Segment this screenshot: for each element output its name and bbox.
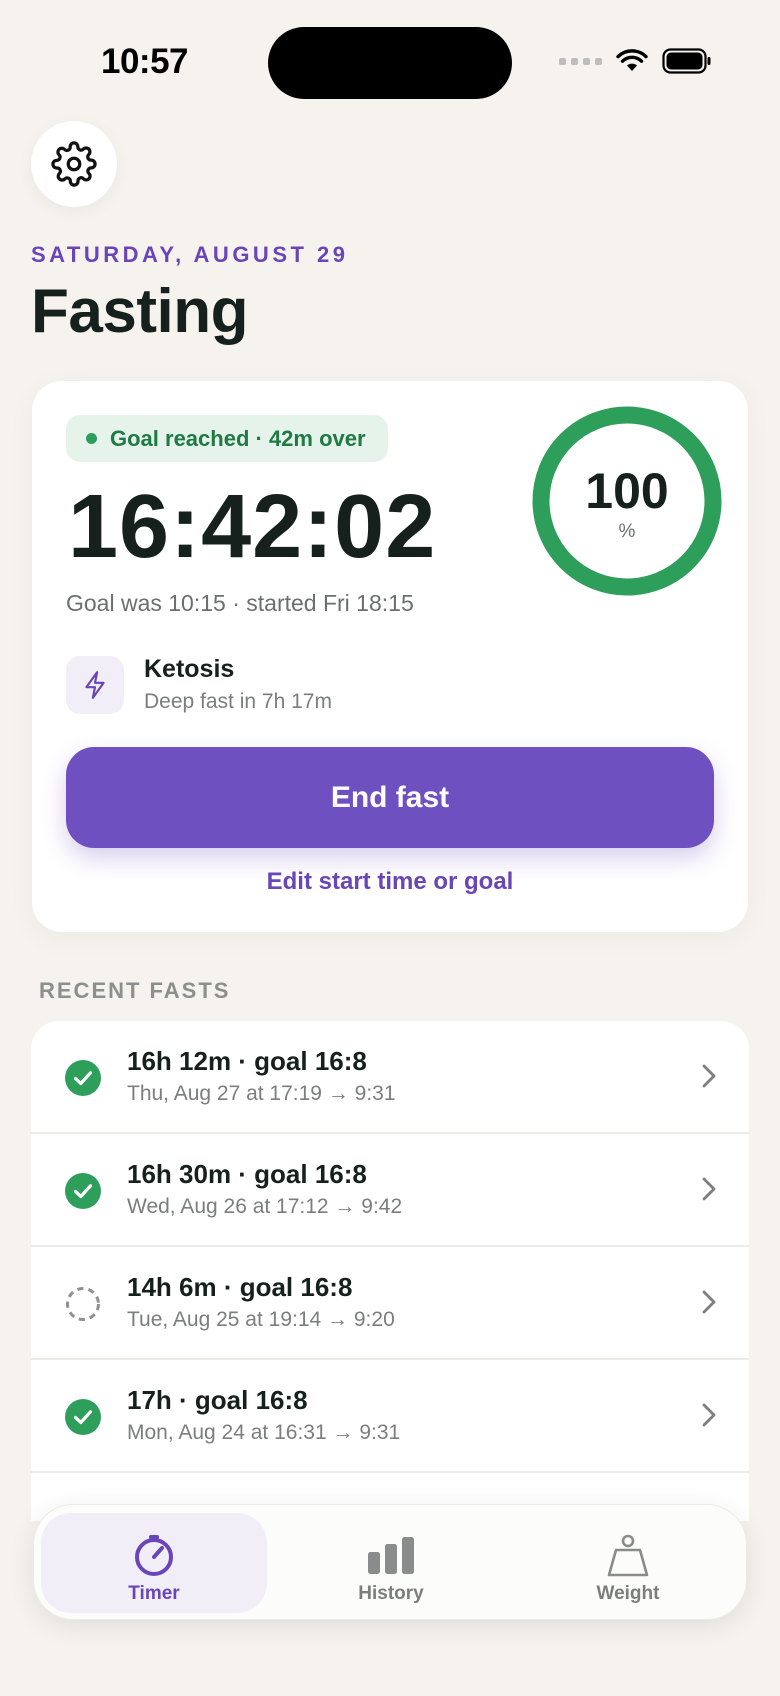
phase-title: Ketosis [144,655,235,683]
end-fast-button[interactable]: End fast [66,747,714,848]
tab-bar: Timer History Weight [33,1504,747,1620]
goal-info: Goal was 10:15 · started Fri 18:15 [66,590,414,616]
chevron-right-icon [702,1064,716,1088]
status-icons [559,48,712,74]
goal-status-badge: Goal reached · 42m over [66,415,388,462]
recent-fasts-list: 16h 12m · goal 16:8 Thu, Aug 27 at 17:19… [31,1021,749,1521]
edit-start-time-link[interactable]: Edit start time or goal [32,868,748,896]
check-circle-icon [65,1173,101,1209]
chevron-right-icon [702,1403,716,1427]
status-dot-icon [86,433,97,444]
tab-timer[interactable]: Timer [41,1513,267,1613]
progress-value: 100 [585,463,669,519]
tab-label: Weight [596,1583,660,1604]
recent-fast-row[interactable]: 16h 12m · goal 16:8 Thu, Aug 27 at 17:19… [31,1021,749,1134]
phase-subtitle: Deep fast in 7h 17m [144,690,332,713]
status-time: 10:57 [101,42,189,81]
scale-weight-icon [607,1534,649,1577]
date-label: SATURDAY, AUGUST 29 [31,242,349,267]
check-circle-icon [65,1399,101,1435]
recent-fasts-heading: RECENT FASTS [39,978,231,1003]
chevron-right-icon [702,1290,716,1314]
fast-duration: 16h 30m · goal 16:8 [127,1159,367,1189]
tab-history[interactable]: History [278,1513,504,1613]
settings-button[interactable] [31,121,117,207]
recent-fast-row[interactable]: 14h 6m · goal 16:8 Tue, Aug 25 at 19:14 … [31,1247,749,1360]
gear-icon [51,141,97,187]
timer-icon [135,1535,173,1576]
progress-unit: % [618,521,636,542]
fast-duration: 14h 6m · goal 16:8 [127,1272,353,1302]
current-fast-card: Goal reached · 42m over 16:42:02 Goal wa… [32,381,748,932]
recent-fast-row[interactable]: 17h · goal 16:8 Mon, Aug 24 at 16:31 → 9… [31,1360,749,1473]
fast-date-range: Wed, Aug 26 at 17:12 → 9:42 [127,1195,403,1218]
wifi-icon [616,49,648,71]
dynamic-island [268,27,512,99]
fasting-screen: 10:57 SATURDAY, AUGUST 29 Fasting Goal r… [0,0,780,1696]
fast-date-range: Tue, Aug 25 at 19:14 → 9:20 [127,1308,395,1331]
fast-date-range: Mon, Aug 24 at 16:31 → 9:31 [127,1421,401,1444]
page-title: Fasting [31,277,248,346]
fast-duration: 17h · goal 16:8 [127,1385,308,1415]
fast-duration: 16h 12m · goal 16:8 [127,1046,367,1076]
tab-label: History [358,1583,424,1604]
dashed-circle-icon [66,1287,100,1321]
recent-fast-row[interactable]: 16h 30m · goal 16:8 Wed, Aug 26 at 17:12… [31,1134,749,1247]
elapsed-timer: 16:42:02 [68,477,437,577]
tab-label: Timer [128,1583,180,1604]
goal-status-text: Goal reached · 42m over [110,425,366,451]
chevron-right-icon [702,1177,716,1201]
phase-icon-tile [66,656,124,714]
check-circle-icon [65,1060,101,1096]
tab-weight[interactable]: Weight [515,1513,741,1613]
bar-chart-icon [368,1537,414,1574]
cellular-signal-icon [559,57,602,65]
battery-icon [662,48,711,74]
lightning-bolt-icon [85,671,105,699]
fast-date-range: Thu, Aug 27 at 17:19 → 9:31 [127,1082,396,1105]
